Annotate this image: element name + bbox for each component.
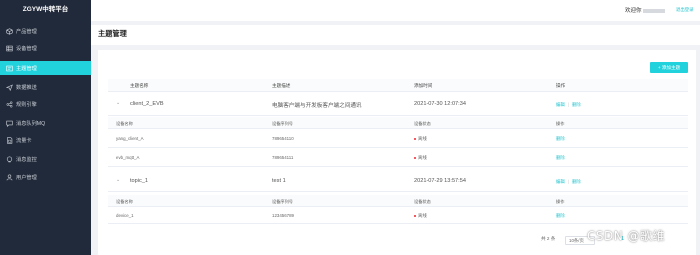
brand-logo: ZGYW中转平台 [22, 6, 69, 13]
page-title: 主题管理 [98, 29, 127, 38]
user-name-redacted [642, 8, 665, 13]
topic-time: 2021-07-29 13:57:54 [414, 178, 466, 184]
content-gutter [91, 50, 98, 255]
offline-dot-icon [414, 156, 416, 159]
column-header: 主题描述 [272, 83, 291, 88]
sub-table-header: 设备名称 设备序列号 设备状态 操作 [108, 195, 688, 207]
sidebar-item-label: 规则引擎 [16, 101, 37, 108]
offline-dot-icon [414, 137, 416, 140]
topic-description: 电脑客户端与开发板客户端之间通讯 [272, 103, 362, 109]
rule-engine-icon [0, 101, 16, 108]
sidebar-item-products[interactable]: 产品管理 [0, 24, 91, 38]
column-header: 操作 [556, 121, 565, 126]
sidebar-item-devices[interactable]: 设备管理 [0, 41, 91, 55]
device-serial: 123456789 [272, 213, 294, 218]
device-status: 离线 [414, 213, 427, 219]
topic-name: topic_1 [130, 178, 149, 184]
device-serial: 789654110 [272, 136, 294, 141]
sidebar-item-label: 数据推送 [16, 84, 37, 91]
offline-dot-icon [414, 214, 416, 217]
status-text: 离线 [418, 155, 427, 160]
sidebar-item-label: 用户管理 [16, 174, 37, 181]
column-header: 操作 [556, 199, 565, 204]
topic-description: test 1 [272, 178, 286, 184]
sidebar-item-users[interactable]: 用户管理 [0, 170, 91, 184]
device-list-icon [0, 45, 16, 52]
device-row: device_1 123456789 离线 删除 [108, 207, 688, 224]
sidebar-item-label: 产品管理 [16, 28, 37, 35]
action-separator: | [568, 179, 570, 184]
sidebar-item-label: 流量卡 [16, 137, 32, 144]
table-header: 主题名称 主题描述 添加时间 操作 [108, 79, 688, 92]
delete-device-button[interactable]: 删除 [556, 155, 565, 161]
cube-icon [0, 27, 16, 35]
divider [91, 45, 700, 50]
sim-card-icon [0, 136, 16, 144]
device-status: 离线 [414, 136, 427, 142]
send-icon [0, 83, 16, 91]
chevron-down-icon[interactable]: ⌄ [116, 177, 120, 183]
device-row: evb_mqtt_A 789654111 离线 删除 [108, 148, 688, 167]
user-icon [0, 174, 16, 181]
edit-button[interactable]: 编辑 [556, 179, 565, 185]
column-header: 设备状态 [414, 121, 431, 126]
sidebar-item-label: 消息监控 [16, 156, 37, 163]
sub-table-header: 设备名称 设备序列号 设备状态 操作 [108, 117, 688, 129]
sidebar-item-message-monitor[interactable]: 消息监控 [0, 152, 91, 166]
column-header: 设备序列号 [272, 199, 293, 204]
welcome-text: 欢迎你 [625, 6, 665, 14]
monitor-icon [0, 156, 16, 163]
delete-button[interactable]: 删除 [572, 102, 581, 108]
column-header: 主题名称 [130, 83, 149, 88]
device-status: 离线 [414, 155, 427, 161]
pagination-total: 共 2 条 [541, 236, 556, 241]
column-header: 设备状态 [414, 199, 431, 204]
topic-icon [0, 65, 16, 72]
message-queue-icon [0, 120, 16, 127]
content-gutter [696, 50, 700, 255]
chevron-down-icon[interactable]: ⌄ [116, 100, 120, 106]
welcome-label: 欢迎你 [625, 8, 642, 14]
topic-name: client_2_EVB [130, 101, 164, 107]
table-row: ⌄ topic_1 test 1 2021-07-29 13:57:54 编辑 … [108, 170, 688, 192]
sidebar-item-label: 主题管理 [16, 65, 37, 72]
column-header: 操作 [556, 83, 566, 88]
column-header: 设备名称 [116, 121, 133, 126]
watermark: CSDN @歌维 [587, 229, 666, 243]
top-header [91, 0, 700, 21]
device-name: evb_mqtt_A [116, 155, 140, 160]
column-header: 设备序列号 [272, 121, 293, 126]
device-name: device_1 [116, 213, 134, 218]
delete-device-button[interactable]: 删除 [556, 136, 565, 142]
sidebar-item-label: 设备管理 [16, 45, 37, 52]
topic-time: 2021-07-30 12:07:34 [414, 101, 466, 107]
column-header: 设备名称 [116, 199, 133, 204]
device-row: yang_client_A 789654110 离线 删除 [108, 129, 688, 148]
column-header: 添加时间 [414, 83, 433, 88]
edit-button[interactable]: 编辑 [556, 102, 565, 108]
page-title-bar [91, 25, 700, 45]
sidebar: ZGYW中转平台 产品管理 设备管理 主题管理 数据推送 规则引擎 消息队列MQ… [0, 0, 91, 255]
device-name: yang_client_A [116, 136, 144, 141]
add-topic-button[interactable]: + 添加主题 [650, 62, 688, 73]
status-text: 离线 [418, 213, 427, 218]
logout-link[interactable]: 退出登录 [676, 7, 694, 13]
table-row: ⌄ client_2_EVB 电脑客户端与开发板客户端之间通讯 2021-07-… [108, 92, 688, 116]
action-separator: | [568, 102, 570, 107]
sidebar-item-topics[interactable]: 主题管理 [0, 61, 91, 75]
status-text: 离线 [418, 136, 427, 141]
delete-device-button[interactable]: 删除 [556, 213, 565, 219]
sidebar-item-rule-engine[interactable]: 规则引擎 [0, 97, 91, 111]
device-serial: 789654111 [272, 155, 294, 160]
sidebar-item-message-queue[interactable]: 消息队列MQ [0, 116, 91, 130]
sidebar-item-label: 消息队列MQ [16, 120, 46, 127]
sidebar-item-data-push[interactable]: 数据推送 [0, 80, 91, 94]
delete-button[interactable]: 删除 [572, 179, 581, 185]
sidebar-item-sim-card[interactable]: 流量卡 [0, 133, 91, 147]
